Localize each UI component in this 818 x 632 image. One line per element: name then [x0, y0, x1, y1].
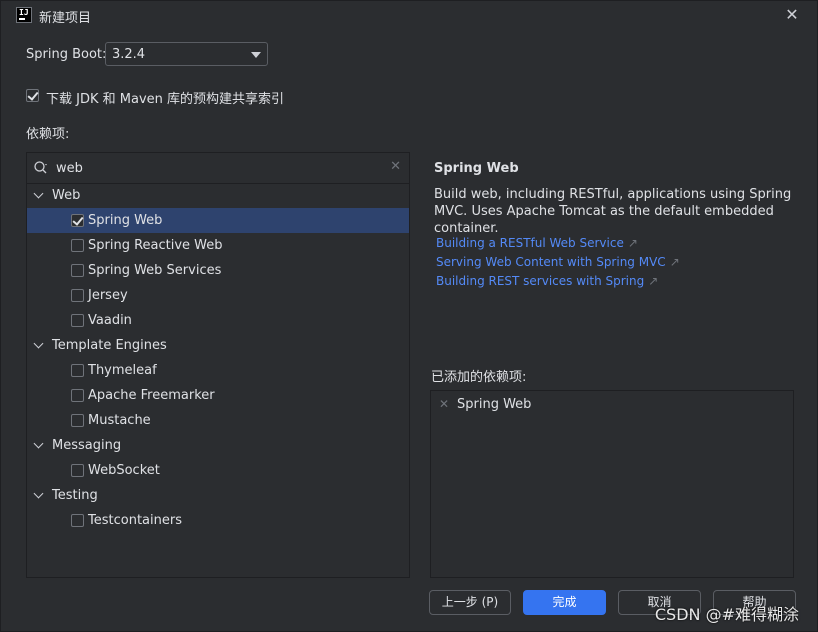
watermark: CSDN @#难得糊涂 [654, 605, 799, 624]
search-bar: ✕ [27, 153, 409, 184]
tree-item[interactable]: Mustache [27, 408, 409, 433]
new-project-dialog: IJ 新建项目 ✕ Spring Boot: 3.2.4 下载 JDK 和 Ma… [0, 0, 818, 632]
added-dependency-item: Spring Web [457, 397, 532, 412]
previous-button[interactable]: 上一步 (P) [429, 590, 511, 615]
dependency-checkbox[interactable] [71, 289, 84, 302]
dependencies-panel: ✕ Web Spring Web Spring Reactive Web Spring… [26, 152, 410, 578]
added-dependencies-panel: ✕ Spring Web [430, 390, 794, 578]
spring-boot-label: Spring Boot: [26, 47, 107, 62]
dependency-label: Testcontainers [88, 513, 182, 528]
finish-button[interactable]: 完成 [523, 590, 606, 615]
chevron-down-icon[interactable] [33, 438, 44, 449]
tree-item[interactable]: Thymeleaf [27, 358, 409, 383]
intellij-logo-icon: IJ [16, 7, 32, 23]
dependency-checkbox[interactable] [71, 464, 84, 477]
external-link-icon: ↗ [627, 236, 638, 250]
download-indexes-label[interactable]: 下载 JDK 和 Maven 库的预构建共享索引 [46, 88, 284, 107]
window-title: 新建项目 [39, 11, 92, 26]
dependency-label: Spring Web Services [88, 263, 222, 278]
tree-item[interactable]: Spring Web Services [27, 258, 409, 283]
tree-item[interactable]: WebSocket [27, 458, 409, 483]
spring-boot-version-value: 3.2.4 [112, 47, 146, 62]
dependency-label: Vaadin [88, 313, 132, 328]
detail-title: Spring Web [434, 161, 519, 176]
dependency-checkbox[interactable] [71, 389, 84, 402]
tree-group-label: Testing [52, 488, 98, 503]
dependency-label: Jersey [88, 288, 128, 303]
tree-item[interactable]: Vaadin [27, 308, 409, 333]
search-icon[interactable] [33, 160, 49, 176]
remove-dependency-icon[interactable]: ✕ [439, 397, 449, 411]
spring-boot-version-select[interactable]: 3.2.4 [105, 42, 268, 66]
added-dependencies-label: 已添加的依赖项: [431, 370, 527, 385]
clear-search-icon[interactable]: ✕ [390, 159, 401, 174]
dependencies-label: 依赖项: [26, 127, 70, 142]
tree-group-label: Web [52, 188, 81, 203]
dependency-label: Thymeleaf [88, 363, 157, 378]
tree-group[interactable]: Template Engines [27, 333, 409, 358]
tree-group[interactable]: Web [27, 183, 409, 208]
dependency-label: Spring Web [88, 213, 163, 228]
dependency-checkbox[interactable] [71, 314, 84, 327]
tree-item[interactable]: Spring Reactive Web [27, 233, 409, 258]
dependency-checkbox[interactable] [71, 364, 84, 377]
download-indexes-checkbox[interactable] [26, 89, 39, 102]
tree-group-label: Messaging [52, 438, 122, 453]
dependency-checkbox[interactable] [71, 514, 84, 527]
guide-link-rest-services[interactable]: Building REST services with Spring ↗ [436, 274, 658, 288]
guide-link-restful[interactable]: Building a RESTful Web Service ↗ [436, 236, 638, 250]
dependency-checkbox[interactable] [71, 414, 84, 427]
tree-item[interactable]: Apache Freemarker [27, 383, 409, 408]
detail-description: Build web, including RESTful, applicatio… [434, 187, 792, 236]
title-bar: IJ 新建项目 ✕ [1, 1, 817, 31]
dependency-label: Spring Reactive Web [88, 238, 223, 253]
guide-link-spring-mvc[interactable]: Serving Web Content with Spring MVC ↗ [436, 255, 680, 269]
dependency-label: Mustache [88, 413, 151, 428]
tree-group[interactable]: Testing [27, 483, 409, 508]
chevron-down-icon [251, 52, 261, 58]
chevron-down-icon[interactable] [33, 488, 44, 499]
dependency-label: Apache Freemarker [88, 388, 215, 403]
dependency-label: WebSocket [88, 463, 160, 478]
tree-item[interactable]: Testcontainers [27, 508, 409, 533]
chevron-down-icon[interactable] [33, 338, 44, 349]
dependency-checkbox[interactable] [71, 264, 84, 277]
close-icon[interactable]: ✕ [783, 6, 801, 24]
dependency-checkbox[interactable] [71, 239, 84, 252]
chevron-down-icon[interactable] [33, 188, 44, 199]
tree-group-label: Template Engines [52, 338, 167, 353]
dependency-checkbox[interactable] [71, 214, 84, 227]
tree-item[interactable]: Spring Web [27, 208, 409, 233]
search-input[interactable] [56, 158, 376, 178]
tree-item[interactable]: Jersey [27, 283, 409, 308]
tree-group[interactable]: Messaging [27, 433, 409, 458]
external-link-icon: ↗ [648, 274, 659, 288]
external-link-icon: ↗ [669, 255, 680, 269]
